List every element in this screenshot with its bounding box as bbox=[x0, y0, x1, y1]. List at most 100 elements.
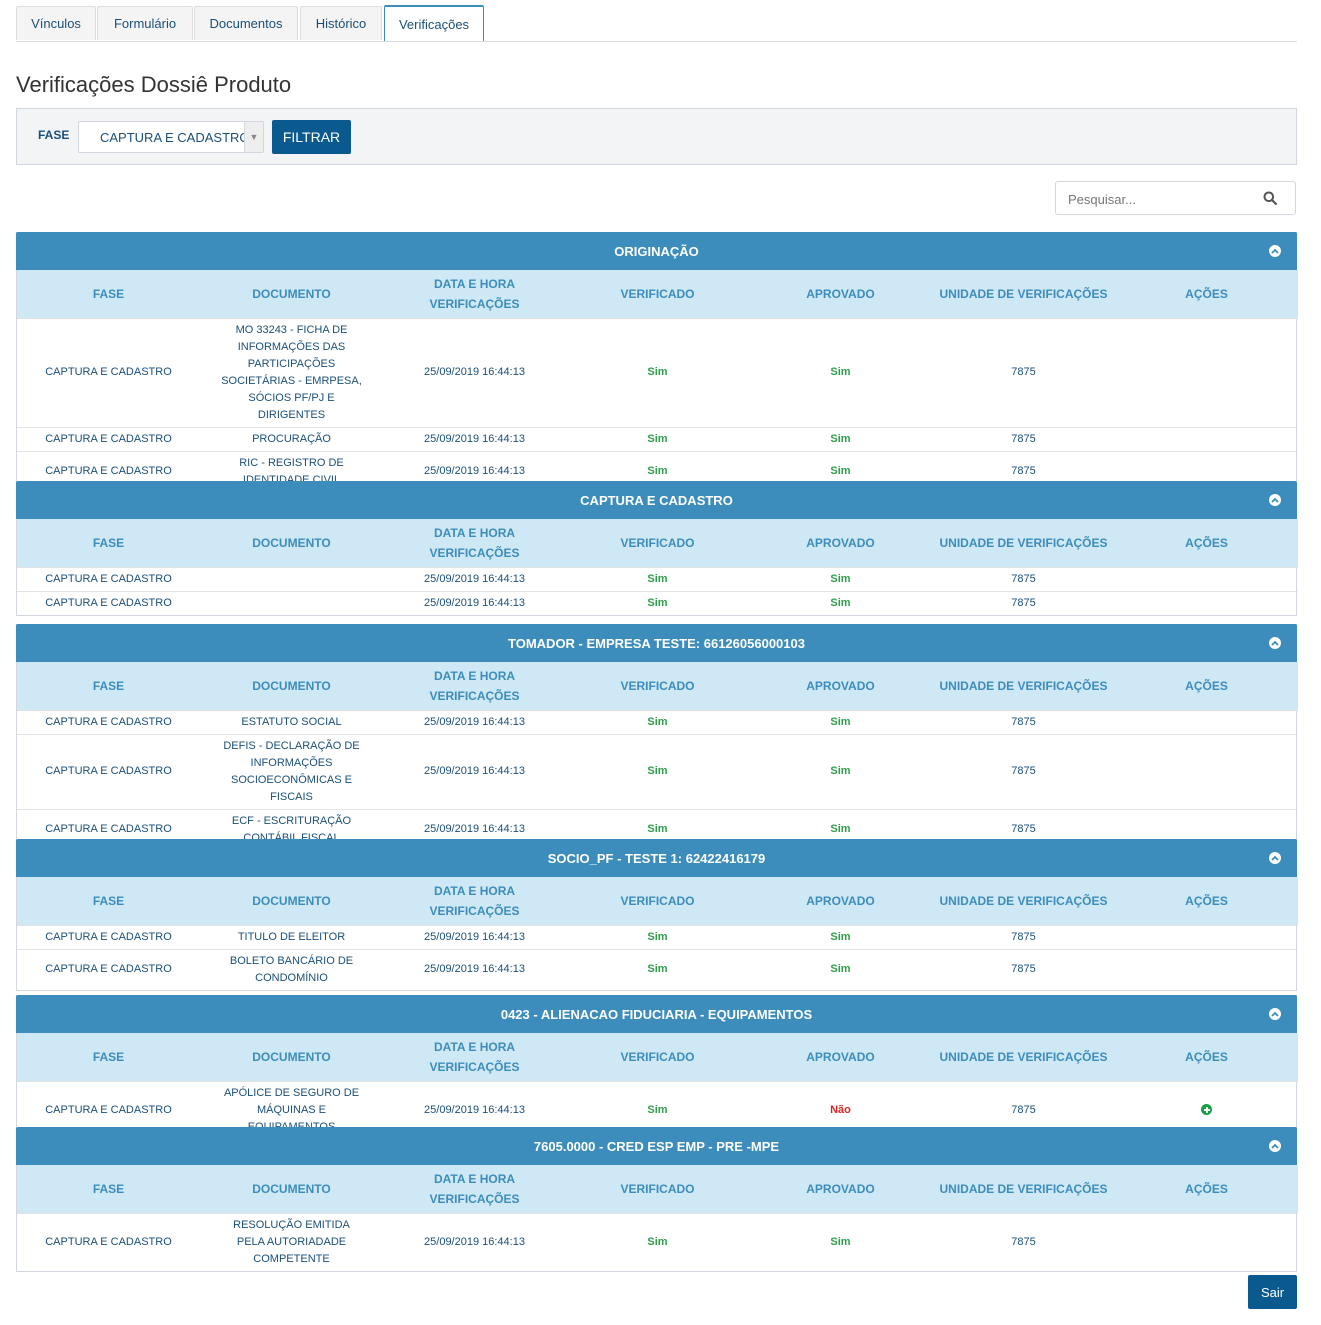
tab-historico[interactable]: Histórico bbox=[300, 6, 382, 40]
table-header-row: FASE DOCUMENTO DATA E HORA VERIFICAÇÕES VERI… bbox=[17, 662, 1298, 710]
col-data-hora: DATA E HORA VERIFICAÇÕES bbox=[383, 877, 566, 925]
table-row: CAPTURA E CADASTRO 25/09/2019 16:44:13 Sim… bbox=[17, 590, 1298, 615]
filter-panel: FASE CAPTURA E CADASTRO ▼ FILTRAR bbox=[16, 108, 1297, 165]
col-fase: FASE bbox=[92, 286, 125, 301]
chevron-up-icon[interactable] bbox=[1269, 637, 1281, 649]
verification-section: 7605.0000 - CRED ESP EMP - PRE -MPE FASE D… bbox=[16, 1127, 1298, 1272]
verification-section: ORIGINAÇÃO FASE DOCUMENTO DATA E HORA VERIFI… bbox=[16, 232, 1298, 493]
cell-fase: CAPTURA E CADASTRO bbox=[17, 924, 200, 949]
col-documento: DOCUMENTO bbox=[252, 678, 331, 693]
fase-select-value: CAPTURA E CADASTRO bbox=[100, 129, 250, 145]
cell-unidade: 7875 bbox=[932, 317, 1115, 427]
cell-data: 25/09/2019 16:44:13 bbox=[383, 590, 566, 615]
cell-verificado: Sim bbox=[566, 924, 749, 949]
section-header: 7605.0000 - CRED ESP EMP - PRE -MPE bbox=[16, 1127, 1297, 1165]
cell-documento: PROCURAÇÃO bbox=[200, 426, 383, 451]
col-verificado: VERIFICADO bbox=[620, 286, 695, 301]
cell-data: 25/09/2019 16:44:13 bbox=[383, 924, 566, 949]
table-row: CAPTURA E CADASTRO DEFIS - DECLARAÇÃO DE … bbox=[17, 733, 1298, 809]
cell-data: 25/09/2019 16:44:13 bbox=[383, 317, 566, 427]
table-row: CAPTURA E CADASTRO RESOLUÇÃO EMITIDA PELA… bbox=[17, 1212, 1298, 1271]
cell-fase: CAPTURA E CADASTRO bbox=[17, 426, 200, 451]
exit-button[interactable]: Sair bbox=[1248, 1275, 1297, 1309]
cell-aprovado: Sim bbox=[749, 590, 932, 615]
cell-documento: TITULO DE ELEITOR bbox=[200, 924, 383, 949]
col-data-line1: DATA E HORA bbox=[433, 668, 516, 683]
section-title: CAPTURA E CADASTRO bbox=[580, 492, 733, 508]
cell-unidade: 7875 bbox=[932, 733, 1115, 809]
search-input[interactable] bbox=[1056, 182, 1270, 216]
cell-aprovado: Sim bbox=[749, 733, 932, 809]
col-data-line2: VERIFICAÇÕES bbox=[429, 545, 520, 560]
table-header-row: FASE DOCUMENTO DATA E HORA VERIFICAÇÕES VERI… bbox=[17, 1033, 1298, 1081]
col-acoes: AÇÕES bbox=[1185, 1049, 1228, 1064]
col-data-hora: DATA E HORA VERIFICAÇÕES bbox=[383, 270, 566, 318]
verification-section: 0423 - ALIENACAO FIDUCIARIA - EQUIPAMENT… bbox=[16, 995, 1298, 1140]
col-fase: FASE bbox=[92, 1181, 125, 1196]
filter-button[interactable]: FILTRAR bbox=[272, 120, 351, 154]
col-aprovado: APROVADO bbox=[806, 286, 875, 301]
table-row: CAPTURA E CADASTRO 25/09/2019 16:44:13 Sim… bbox=[17, 566, 1298, 591]
cell-data: 25/09/2019 16:44:13 bbox=[383, 566, 566, 591]
verification-section: CAPTURA E CADASTRO FASE DOCUMENTO DATA E HO… bbox=[16, 481, 1298, 616]
cell-verificado: Sim bbox=[566, 733, 749, 809]
col-verificado: VERIFICADO bbox=[620, 678, 695, 693]
col-acoes: AÇÕES bbox=[1185, 535, 1228, 550]
cell-aprovado: Sim bbox=[749, 709, 932, 734]
table-row: CAPTURA E CADASTRO BOLETO BANCÁRIO DE CON… bbox=[17, 948, 1298, 990]
chevron-up-icon[interactable] bbox=[1269, 245, 1281, 257]
table-header-row: FASE DOCUMENTO DATA E HORA VERIFICAÇÕES VERI… bbox=[17, 270, 1298, 318]
section-header: ORIGINAÇÃO bbox=[16, 232, 1297, 270]
section-title: TOMADOR - EMPRESA TESTE: 66126056000103 bbox=[508, 635, 805, 651]
cell-verificado: Sim bbox=[566, 948, 749, 990]
col-data-line1: DATA E HORA bbox=[433, 525, 516, 540]
col-verificado: VERIFICADO bbox=[620, 1181, 695, 1196]
verification-table: FASE DOCUMENTO DATA E HORA VERIFICAÇÕES VERI… bbox=[17, 519, 1298, 615]
cell-aprovado: Sim bbox=[749, 924, 932, 949]
table-header-row: FASE DOCUMENTO DATA E HORA VERIFICAÇÕES VERI… bbox=[17, 877, 1298, 925]
cell-unidade: 7875 bbox=[932, 948, 1115, 990]
table-header-row: FASE DOCUMENTO DATA E HORA VERIFICAÇÕES VERI… bbox=[17, 1165, 1298, 1213]
col-data-line1: DATA E HORA bbox=[433, 276, 516, 291]
cell-acoes bbox=[1115, 426, 1298, 451]
col-unidade: UNIDADE DE VERIFICAÇÕES bbox=[939, 286, 1108, 301]
section-header: 0423 - ALIENACAO FIDUCIARIA - EQUIPAMENT… bbox=[16, 995, 1297, 1033]
table-row: CAPTURA E CADASTRO PROCURAÇÃO 25/09/2019 1… bbox=[17, 426, 1298, 451]
col-documento: DOCUMENTO bbox=[252, 286, 331, 301]
verification-table: FASE DOCUMENTO DATA E HORA VERIFICAÇÕES VERI… bbox=[17, 877, 1298, 990]
cell-data: 25/09/2019 16:44:13 bbox=[383, 948, 566, 990]
cell-documento: MO 33243 - FICHA DE INFORMAÇÕES DAS PART… bbox=[200, 317, 383, 427]
cell-verificado: Sim bbox=[566, 1212, 749, 1271]
cell-documento: BOLETO BANCÁRIO DE CONDOMÍNIO bbox=[200, 948, 383, 990]
chevron-up-icon[interactable] bbox=[1269, 852, 1281, 864]
col-verificado: VERIFICADO bbox=[620, 893, 695, 908]
cell-unidade: 7875 bbox=[932, 709, 1115, 734]
cell-documento bbox=[200, 566, 383, 591]
col-fase: FASE bbox=[92, 535, 125, 550]
col-unidade: UNIDADE DE VERIFICAÇÕES bbox=[939, 893, 1108, 908]
tab-formulario[interactable]: Formulário bbox=[97, 6, 193, 40]
tab-documentos[interactable]: Documentos bbox=[194, 6, 298, 40]
add-circle-icon[interactable] bbox=[1201, 1104, 1212, 1116]
col-aprovado: APROVADO bbox=[806, 678, 875, 693]
col-data-line2: VERIFICAÇÕES bbox=[429, 296, 520, 311]
col-data-line2: VERIFICAÇÕES bbox=[429, 903, 520, 918]
cell-verificado: Sim bbox=[566, 426, 749, 451]
col-aprovado: APROVADO bbox=[806, 535, 875, 550]
col-data-line2: VERIFICAÇÕES bbox=[429, 1191, 520, 1206]
table-row: CAPTURA E CADASTRO TITULO DE ELEITOR 25/09… bbox=[17, 924, 1298, 949]
chevron-up-icon[interactable] bbox=[1269, 494, 1281, 506]
search-icon[interactable] bbox=[1263, 191, 1277, 205]
chevron-up-icon[interactable] bbox=[1269, 1008, 1281, 1020]
chevron-up-icon[interactable] bbox=[1269, 1140, 1281, 1152]
section-header: SOCIO_PF - TESTE 1: 62422416179 bbox=[16, 839, 1297, 877]
verification-table: FASE DOCUMENTO DATA E HORA VERIFICAÇÕES VERI… bbox=[17, 270, 1298, 492]
fase-select[interactable]: CAPTURA E CADASTRO ▼ bbox=[78, 121, 264, 153]
cell-aprovado: Sim bbox=[749, 566, 932, 591]
cell-fase: CAPTURA E CADASTRO bbox=[17, 317, 200, 427]
tab-verificacoes[interactable]: Verificações bbox=[384, 5, 484, 41]
col-fase: FASE bbox=[92, 893, 125, 908]
cell-acoes bbox=[1115, 566, 1298, 591]
tab-vinculos[interactable]: Vínculos bbox=[16, 6, 96, 40]
section-header: CAPTURA E CADASTRO bbox=[16, 481, 1297, 519]
